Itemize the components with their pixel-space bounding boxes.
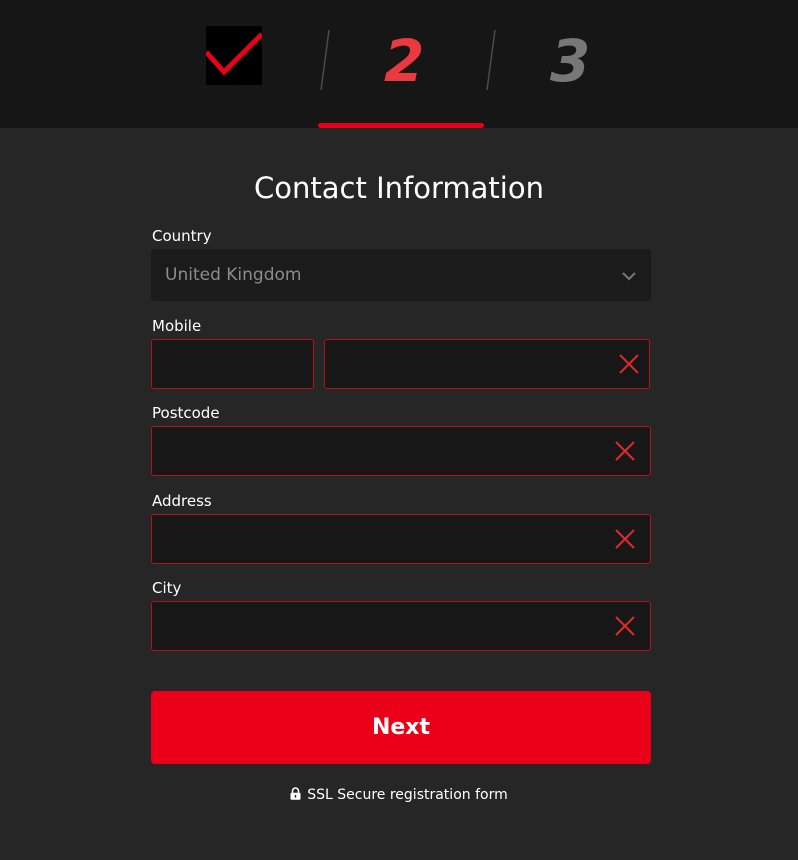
close-icon (613, 439, 637, 463)
step-separator (319, 30, 331, 90)
step-1-completed (206, 26, 262, 85)
city-input[interactable] (151, 601, 651, 651)
form-title: Contact Information (254, 171, 544, 205)
step-2-active: 2 (384, 27, 425, 95)
next-button[interactable]: Next (151, 691, 651, 764)
postcode-label: Postcode (152, 404, 220, 422)
mobile-label: Mobile (152, 317, 202, 335)
step-3-inactive: 3 (550, 27, 591, 95)
step-separator (485, 30, 497, 90)
close-icon (613, 614, 637, 638)
active-step-bar (318, 123, 484, 128)
mobile-number-input[interactable] (324, 339, 650, 389)
ssl-notice: SSL Secure registration form (0, 785, 798, 805)
chevron-down-icon (621, 268, 637, 284)
ssl-text: SSL Secure registration form (307, 787, 508, 803)
address-input[interactable] (151, 514, 651, 564)
checkmark-icon (206, 26, 262, 85)
mobile-prefix-input[interactable] (151, 339, 314, 389)
step-indicator: 2 3 (0, 0, 798, 128)
postcode-input[interactable] (151, 426, 651, 476)
close-icon (613, 527, 637, 551)
address-label: Address (152, 492, 212, 510)
close-icon (617, 352, 641, 376)
lock-icon (290, 787, 301, 800)
city-label: City (152, 579, 182, 597)
country-select[interactable]: United Kingdom (151, 249, 651, 301)
country-value: United Kingdom (165, 265, 302, 285)
country-label: Country (152, 227, 212, 245)
